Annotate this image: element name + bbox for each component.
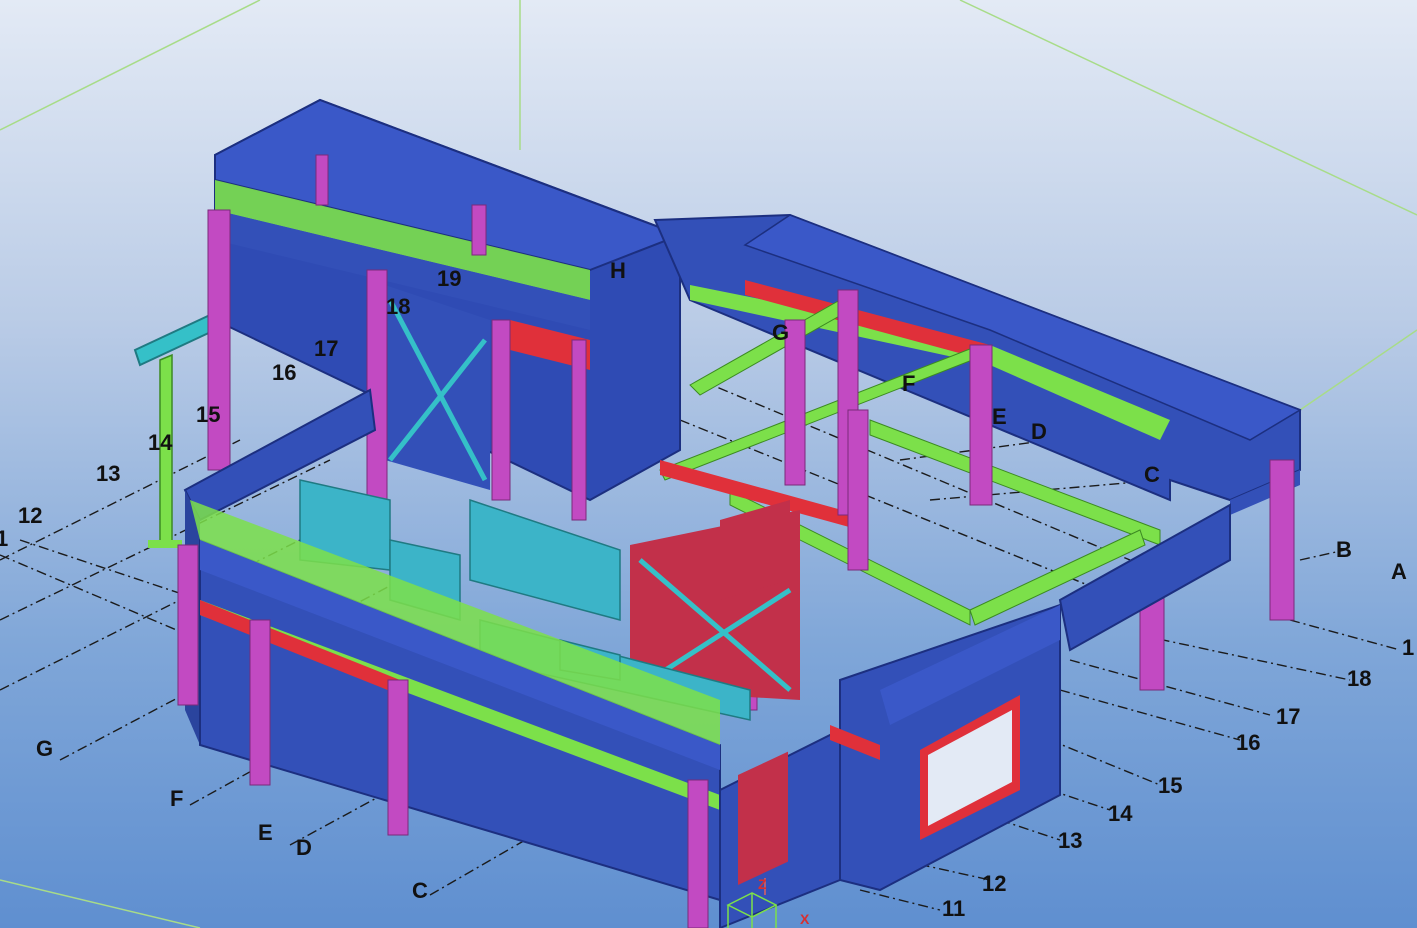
grid-label-right-edge: 1 <box>1402 635 1415 660</box>
grid-label-16-right: 16 <box>1236 730 1261 755</box>
grid-label-14: 14 <box>148 430 173 455</box>
grid-label-G-right: G <box>772 320 790 345</box>
grid-label-E-left: E <box>258 820 273 845</box>
grid-label-17-right: 17 <box>1276 704 1301 729</box>
grid-label-B: B <box>1336 537 1352 562</box>
grid-label-left-edge: 1 <box>0 526 9 551</box>
grid-label-D-right: D <box>1031 419 1047 444</box>
axis-label-z: Z <box>758 876 767 892</box>
structural-model-scene[interactable] <box>0 0 1417 928</box>
grid-label-13: 13 <box>96 461 121 486</box>
grid-label-13-right: 13 <box>1058 828 1083 853</box>
grid-label-F-left: F <box>170 786 184 811</box>
grid-label-G-left: G <box>36 736 54 761</box>
grid-label-18-right: 18 <box>1347 666 1372 691</box>
grid-label-D-left: D <box>296 835 312 860</box>
grid-label-16: 16 <box>272 360 297 385</box>
model-viewport[interactable]: 1 12 13 14 15 16 17 18 19 G F E D C H G … <box>0 0 1417 928</box>
grid-label-F-right: F <box>902 371 916 396</box>
grid-label-11-right: 11 <box>942 896 966 921</box>
grid-label-A: A <box>1391 559 1407 584</box>
grid-label-15: 15 <box>196 402 221 427</box>
grid-label-15-right: 15 <box>1158 773 1183 798</box>
axis-label-x: X <box>800 911 810 927</box>
grid-label-14-right: 14 <box>1108 801 1133 826</box>
grid-label-19: 19 <box>437 266 462 291</box>
grid-label-18: 18 <box>386 294 411 319</box>
grid-label-12-right: 12 <box>982 871 1007 896</box>
grid-label-H: H <box>610 258 626 283</box>
grid-label-12: 12 <box>18 503 43 528</box>
grid-label-17: 17 <box>314 336 339 361</box>
grid-label-C-right: C <box>1144 462 1160 487</box>
grid-label-E-right: E <box>992 404 1007 429</box>
grid-label-C-left: C <box>412 878 428 903</box>
